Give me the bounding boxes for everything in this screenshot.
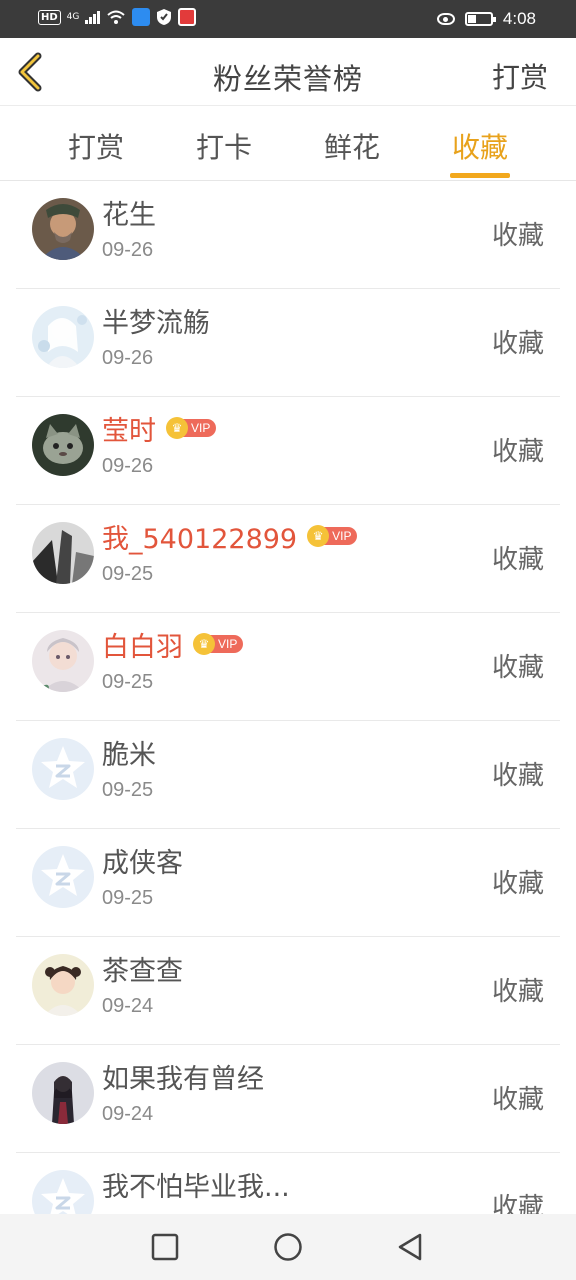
avatar[interactable]	[32, 630, 94, 692]
date-label: 09-26	[102, 455, 154, 477]
clock: 4:08	[502, 9, 536, 28]
avatar[interactable]	[32, 1170, 94, 1214]
tab-flowers[interactable]: 鲜花	[297, 126, 407, 166]
date-label: 09-25	[102, 671, 154, 693]
favorite-label: 收藏	[491, 869, 544, 899]
date-label: 09-26	[102, 239, 154, 261]
tab-bar: 打赏 打卡 鲜花 收藏	[0, 106, 576, 181]
reward-button[interactable]: 打赏	[492, 56, 548, 96]
date-label: 09-25	[102, 563, 154, 585]
list-item[interactable]: 半梦流觞 09-26 收藏	[16, 289, 560, 397]
favorite-label: 收藏	[491, 545, 544, 575]
user-name[interactable]: 莹时	[102, 409, 156, 448]
name-line: 半梦流觞	[102, 301, 210, 340]
avatar[interactable]	[32, 522, 94, 584]
favorite-label: 收藏	[491, 221, 544, 251]
avatar[interactable]	[32, 738, 94, 800]
user-name[interactable]: 成侠客	[102, 841, 183, 880]
date-label: 09-25	[102, 887, 154, 909]
avatar[interactable]	[32, 954, 94, 1016]
tab-favorites[interactable]: 收藏	[425, 126, 535, 166]
favorite-label: 收藏	[491, 1193, 544, 1214]
favorite-label: 收藏	[491, 653, 544, 683]
name-line: 莹时 ♛ VIP	[102, 409, 217, 448]
fan-list: 花生 09-26 收藏 半梦流觞 09-26 收藏 莹时 ♛ VIP 09-26 收藏 我_54012…	[0, 181, 576, 1214]
favorite-label: 收藏	[491, 761, 544, 791]
name-line: 成侠客	[102, 841, 183, 880]
name-line: 花生	[102, 193, 156, 232]
user-name[interactable]: 白白羽	[102, 625, 183, 664]
app-header: 粉丝荣誉榜 打赏	[0, 38, 576, 106]
favorite-label: 收藏	[491, 1085, 544, 1115]
system-nav-bar	[0, 1214, 576, 1280]
name-line: 脆米	[102, 733, 156, 772]
name-line: 如果我有曾经	[102, 1057, 264, 1096]
name-line: 我_540122899 ♛ VIP	[102, 517, 358, 556]
avatar[interactable]	[32, 306, 94, 368]
shield-icon	[156, 9, 171, 25]
avatar[interactable]	[32, 1062, 94, 1124]
eye-comfort-icon	[436, 13, 455, 25]
list-item[interactable]: 茶查查 09-24 收藏	[16, 937, 560, 1045]
vip-badge: ♛ VIP	[166, 417, 217, 439]
back-triangle-icon[interactable]	[396, 1232, 426, 1262]
browser-app-icon	[131, 8, 150, 26]
user-name[interactable]: 茶查查	[102, 949, 183, 988]
avatar[interactable]	[32, 414, 94, 476]
date-label: 09-26	[102, 347, 154, 369]
status-right: 4:08	[436, 9, 536, 29]
battery-icon	[464, 12, 496, 26]
user-name[interactable]: 我不怕毕业我...	[102, 1165, 290, 1204]
network-type: 4G	[66, 12, 80, 22]
recents-square-icon[interactable]	[150, 1232, 180, 1262]
favorite-label: 收藏	[491, 977, 544, 1007]
name-line: 茶查查	[102, 949, 183, 988]
list-item[interactable]: 我不怕毕业我... 收藏	[16, 1153, 560, 1214]
date-label: 09-25	[102, 779, 154, 801]
list-item[interactable]: 成侠客 09-25 收藏	[16, 829, 560, 937]
reader-app-icon	[177, 8, 196, 26]
list-item[interactable]: 脆米 09-25 收藏	[16, 721, 560, 829]
list-item[interactable]: 白白羽 ♛ VIP 09-25 收藏	[16, 613, 560, 721]
crown-icon: ♛	[166, 417, 188, 439]
wifi-icon	[107, 10, 125, 24]
date-label: 09-24	[102, 1103, 154, 1125]
avatar[interactable]	[32, 846, 94, 908]
list-item[interactable]: 花生 09-26 收藏	[16, 181, 560, 289]
user-name[interactable]: 半梦流觞	[102, 301, 210, 340]
tab-checkin[interactable]: 打卡	[169, 126, 279, 166]
favorite-label: 收藏	[491, 329, 544, 359]
name-line: 白白羽 ♛ VIP	[102, 625, 244, 664]
active-tab-indicator	[450, 173, 510, 178]
list-item[interactable]: 我_540122899 ♛ VIP 09-25 收藏	[16, 505, 560, 613]
date-label: 09-24	[102, 995, 154, 1017]
tab-reward[interactable]: 打赏	[41, 126, 151, 166]
signal-icon	[85, 10, 100, 24]
status-bar: HD 4G 4:08	[0, 0, 576, 38]
favorite-label: 收藏	[491, 437, 544, 467]
user-name[interactable]: 如果我有曾经	[102, 1057, 264, 1096]
status-left: HD 4G	[38, 8, 196, 26]
crown-icon: ♛	[307, 525, 330, 547]
home-circle-icon[interactable]	[273, 1232, 303, 1262]
name-line: 我不怕毕业我...	[102, 1165, 290, 1204]
user-name[interactable]: 花生	[102, 193, 156, 232]
list-item[interactable]: 如果我有曾经 09-24 收藏	[16, 1045, 560, 1153]
avatar[interactable]	[32, 198, 94, 260]
vip-badge: ♛ VIP	[307, 525, 358, 547]
list-item[interactable]: 莹时 ♛ VIP 09-26 收藏	[16, 397, 560, 505]
page-title: 粉丝荣誉榜	[212, 62, 363, 96]
vip-badge: ♛ VIP	[193, 633, 244, 655]
hd-icon: HD	[38, 9, 61, 25]
crown-icon: ♛	[193, 633, 215, 655]
user-name[interactable]: 脆米	[102, 733, 156, 772]
user-name[interactable]: 我_540122899	[102, 517, 297, 556]
